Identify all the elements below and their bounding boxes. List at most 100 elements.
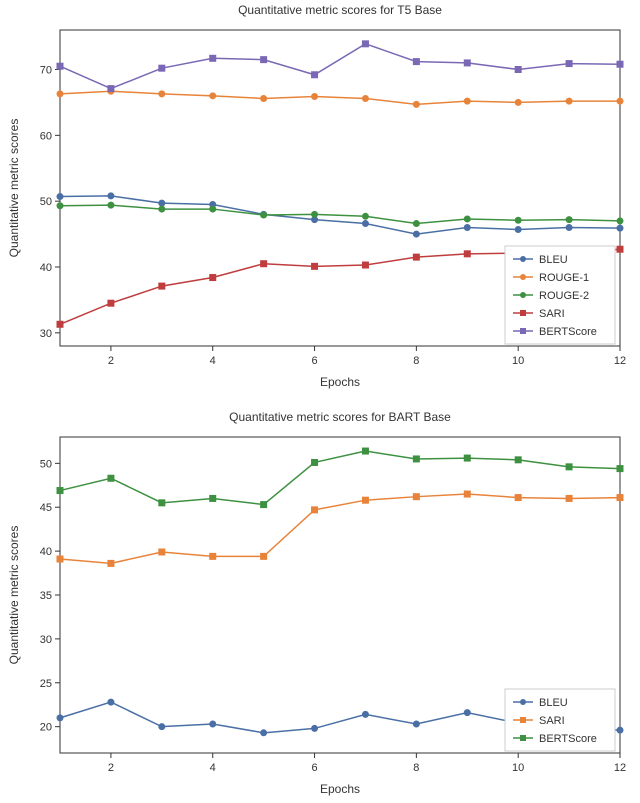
y-axis-label: Quantitative metric scores: [7, 119, 21, 258]
series-marker: [362, 95, 368, 101]
x-tick-label: 6: [311, 762, 317, 774]
y-tick-label: 35: [40, 590, 52, 602]
series-line: [60, 451, 620, 505]
series-line: [60, 91, 620, 104]
series-marker: [261, 502, 267, 508]
series-marker: [108, 202, 114, 208]
legend-label: BERTScore: [539, 733, 597, 745]
legend-marker: [520, 292, 526, 298]
series-marker: [57, 91, 63, 97]
series-marker: [261, 261, 267, 267]
y-tick-label: 50: [40, 196, 52, 208]
y-tick-label: 30: [40, 634, 52, 646]
legend-marker: [520, 274, 526, 280]
series-marker: [57, 488, 63, 494]
series-marker: [566, 225, 572, 231]
series-marker: [362, 497, 368, 503]
series-marker: [312, 459, 318, 465]
series-marker: [515, 495, 521, 501]
series-marker: [362, 221, 368, 227]
series-marker: [210, 275, 216, 281]
series-line: [60, 205, 620, 223]
series-marker: [210, 206, 216, 212]
series-marker: [413, 221, 419, 227]
series-marker: [413, 721, 419, 727]
series-marker: [617, 61, 623, 67]
series-marker: [312, 507, 318, 513]
series-marker: [312, 211, 318, 217]
series-marker: [515, 217, 521, 223]
series-marker: [312, 93, 318, 99]
x-tick-label: 4: [210, 355, 216, 367]
series-marker: [413, 494, 419, 500]
y-tick-label: 20: [40, 722, 52, 734]
y-tick-label: 45: [40, 502, 52, 514]
series-marker: [57, 715, 63, 721]
chart-title: Quantitative metric scores for T5 Base: [238, 3, 442, 17]
legend-marker: [520, 256, 526, 262]
legend-label: SARI: [539, 715, 565, 727]
series-marker: [413, 59, 419, 65]
legend-marker: [520, 735, 526, 741]
series-marker: [159, 200, 165, 206]
legend-label: BERTScore: [539, 326, 597, 338]
series-marker: [261, 212, 267, 218]
series-marker: [312, 72, 318, 78]
x-tick-label: 6: [311, 355, 317, 367]
y-tick-label: 50: [40, 458, 52, 470]
series-marker: [617, 466, 623, 472]
series-marker: [566, 464, 572, 470]
series-marker: [159, 65, 165, 71]
series-marker: [312, 263, 318, 269]
x-tick-label: 2: [108, 762, 114, 774]
series-marker: [57, 321, 63, 327]
x-tick-label: 10: [512, 355, 524, 367]
series-marker: [362, 262, 368, 268]
series-marker: [464, 251, 470, 257]
legend-label: BLEU: [539, 254, 568, 266]
legend-marker: [520, 699, 526, 705]
x-tick-label: 8: [413, 762, 419, 774]
series-marker: [464, 60, 470, 66]
series-line: [60, 44, 620, 89]
legend-label: ROUGE-2: [539, 290, 589, 302]
series-marker: [159, 500, 165, 506]
series-marker: [464, 491, 470, 497]
series-marker: [159, 549, 165, 555]
series-marker: [617, 98, 623, 104]
series-marker: [464, 98, 470, 104]
series-marker: [515, 226, 521, 232]
series-marker: [210, 93, 216, 99]
x-axis-label: Epochs: [320, 375, 360, 389]
y-tick-label: 70: [40, 65, 52, 77]
series-marker: [159, 724, 165, 730]
series-marker: [261, 730, 267, 736]
x-axis-label: Epochs: [320, 782, 360, 796]
y-tick-label: 40: [40, 262, 52, 274]
x-tick-label: 8: [413, 355, 419, 367]
series-marker: [108, 300, 114, 306]
series-marker: [515, 67, 521, 73]
series-marker: [464, 710, 470, 716]
series-marker: [566, 98, 572, 104]
x-tick-label: 10: [512, 762, 524, 774]
series-marker: [261, 553, 267, 559]
y-tick-label: 30: [40, 328, 52, 340]
series-marker: [413, 254, 419, 260]
legend-marker: [520, 310, 526, 316]
legend-label: BLEU: [539, 697, 568, 709]
x-tick-label: 2: [108, 355, 114, 367]
series-marker: [362, 448, 368, 454]
series-marker: [312, 725, 318, 731]
series-marker: [413, 101, 419, 107]
series-marker: [159, 283, 165, 289]
x-tick-label: 4: [210, 762, 216, 774]
series-marker: [566, 495, 572, 501]
legend-marker: [520, 328, 526, 334]
series-marker: [515, 99, 521, 105]
chart-title: Quantitative metric scores for BART Base: [229, 410, 451, 424]
series-marker: [159, 206, 165, 212]
series-marker: [464, 225, 470, 231]
y-tick-label: 40: [40, 546, 52, 558]
y-axis-label: Quantitative metric scores: [7, 526, 21, 665]
